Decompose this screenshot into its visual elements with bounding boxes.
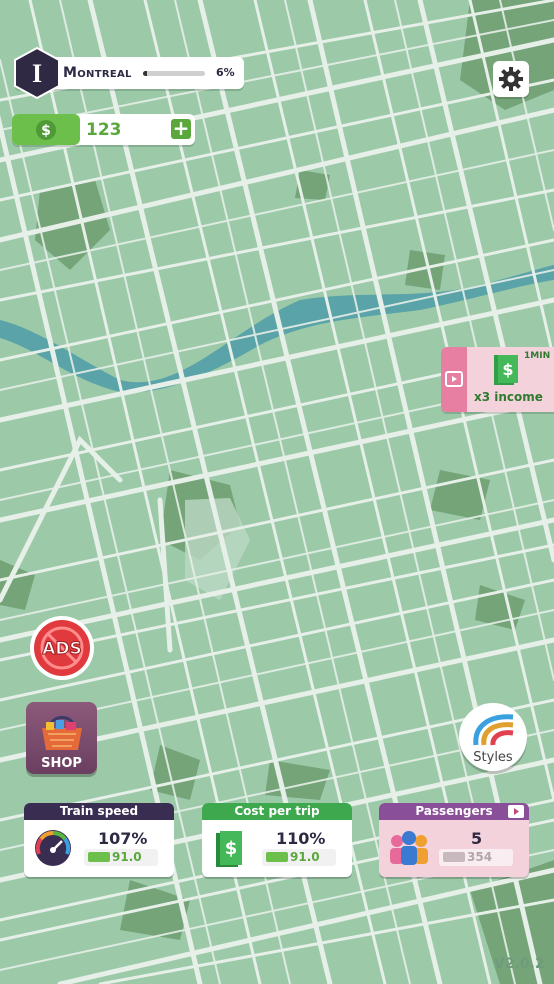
ads-label: ADS xyxy=(42,639,82,659)
speedometer-icon xyxy=(35,830,71,866)
version-label: V2.0.2 xyxy=(494,956,545,972)
train-speed-title: Train speed xyxy=(24,803,174,820)
video-ad-icon xyxy=(508,805,524,818)
money-stack-icon: $ xyxy=(216,831,242,867)
income-duration: 1MIN xyxy=(524,351,551,361)
passengers-upgrade-button[interactable]: 354 xyxy=(439,849,513,866)
remove-ads-button[interactable]: ADS xyxy=(29,615,95,681)
money-stack-icon: $ xyxy=(494,355,518,385)
gear-icon xyxy=(499,67,523,91)
cost-per-trip-value: 110% xyxy=(276,829,326,848)
cash-icon xyxy=(88,851,110,862)
level-progress-fill xyxy=(143,71,147,76)
add-money-button[interactable]: + xyxy=(171,118,191,139)
styles-label: Styles xyxy=(473,750,513,765)
level-progress-text: 6% xyxy=(216,66,235,79)
cost-per-trip-cost: 91.0 xyxy=(290,850,320,864)
video-ad-icon xyxy=(445,371,463,387)
rail-styles-icon xyxy=(473,714,514,746)
passengers-value: 5 xyxy=(471,829,483,848)
level-badge: I xyxy=(14,47,60,99)
basket-icon xyxy=(42,716,82,750)
passengers-card[interactable]: Passengers 5 354 xyxy=(379,803,529,877)
cost-per-trip-title: Cost per trip xyxy=(202,803,352,820)
train-speed-upgrade-button[interactable]: 91.0 xyxy=(84,849,158,866)
cost-per-trip-card[interactable]: Cost per trip $ 110% 91.0 xyxy=(202,803,352,877)
level-progress-bar xyxy=(143,71,205,76)
passengers-icon xyxy=(390,831,428,865)
cash-icon xyxy=(443,851,465,862)
train-speed-cost: 91.0 xyxy=(112,850,142,864)
cost-per-trip-upgrade-button[interactable]: 91.0 xyxy=(262,849,336,866)
train-speed-card[interactable]: Train speed 107% 91.0 xyxy=(24,803,174,877)
passengers-cost: 354 xyxy=(467,850,493,864)
svg-text:$: $ xyxy=(225,838,238,859)
train-speed-value: 107% xyxy=(98,829,148,848)
svg-text:$: $ xyxy=(502,360,513,379)
money-value: 123 xyxy=(86,120,122,140)
city-name: Montreal xyxy=(63,65,132,81)
income-label: x3 income xyxy=(474,390,543,404)
svg-text:$: $ xyxy=(41,123,51,139)
shop-label: SHOP xyxy=(41,756,82,771)
level-number: I xyxy=(32,59,42,88)
cash-icon: $ xyxy=(12,114,80,145)
cash-icon xyxy=(266,851,288,862)
settings-button[interactable] xyxy=(493,61,529,97)
